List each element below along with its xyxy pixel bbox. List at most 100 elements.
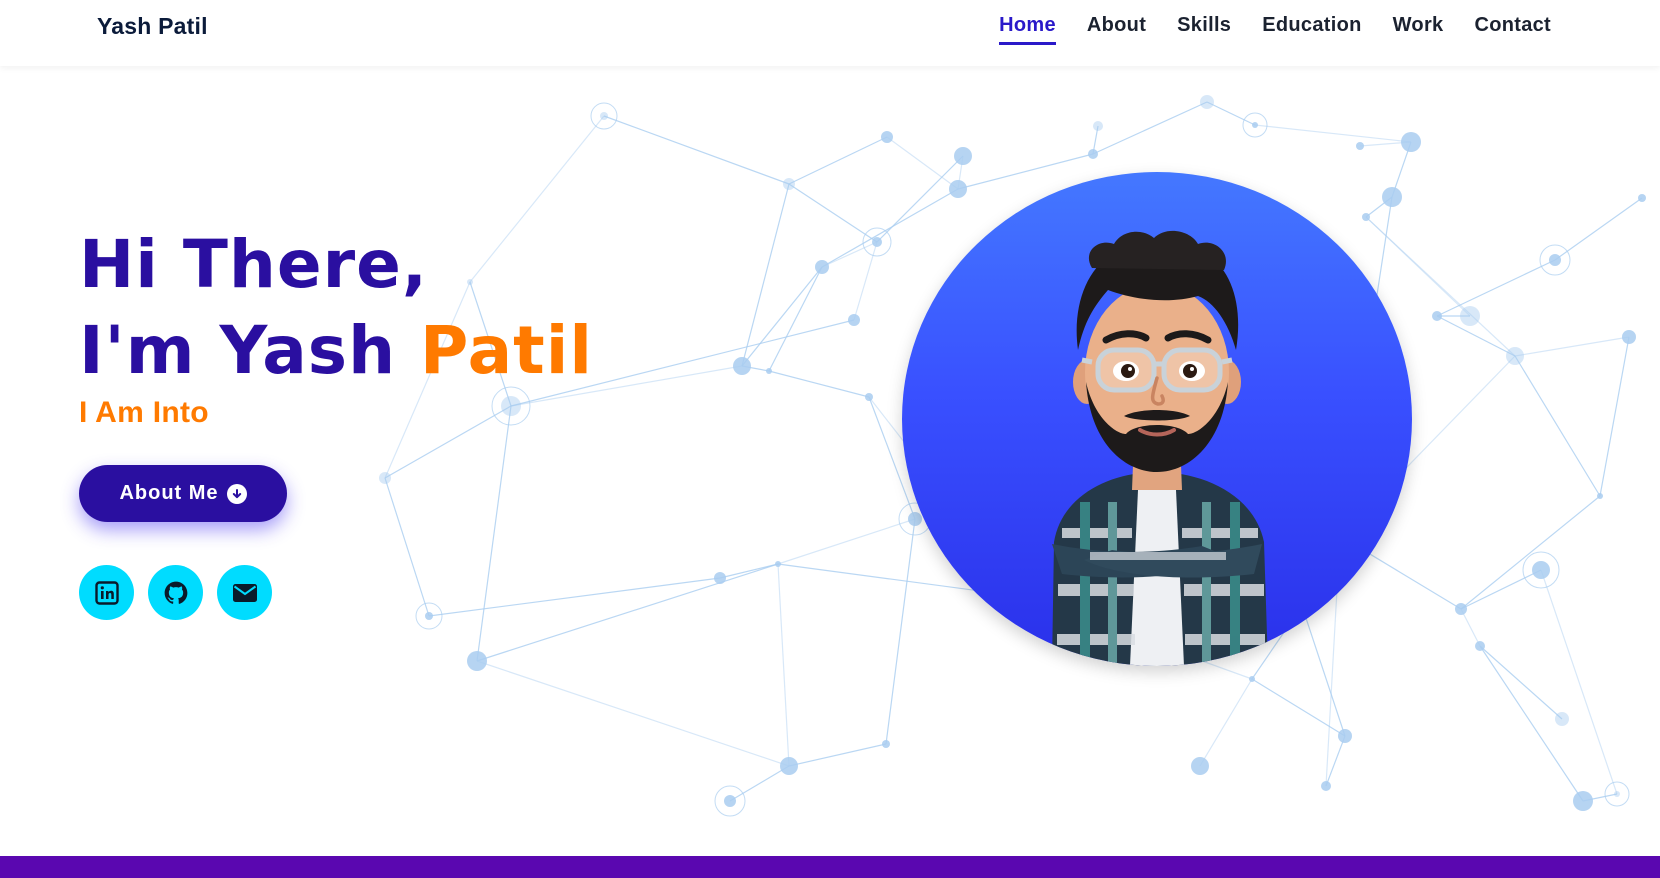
network-line [1254,124,1412,143]
network-node [881,131,893,143]
network-node [775,561,781,567]
linkedin-button[interactable] [79,565,134,620]
hero-intro-accent: Patil [420,312,593,389]
page: Yash Patil Home About Skills Education W… [0,0,1660,878]
nav-education[interactable]: Education [1262,14,1361,45]
hero-intro-prefix: I'm Yash [79,312,421,389]
main-nav: Home About Skills Education Work Contact [999,14,1551,45]
network-line [768,266,823,372]
network-node [1356,142,1364,150]
network-line [777,518,916,565]
network-node [954,147,972,165]
network-node [1338,729,1352,743]
network-node [766,368,772,374]
network-node [1573,791,1593,811]
nav-home[interactable]: Home [999,14,1056,45]
network-line [729,765,790,802]
network-node [1532,561,1550,579]
network-line [788,136,888,185]
network-node [724,795,736,807]
network-node [467,651,487,671]
hero-subtitle: I Am Into [79,396,209,429]
about-me-button[interactable]: About Me [79,465,287,522]
network-line [1479,645,1584,802]
network-line [719,563,779,579]
github-icon [164,581,187,604]
network-line [1460,608,1481,647]
network-node [1597,493,1603,499]
network-line [821,241,878,268]
network-line [1206,101,1256,126]
network-line [384,477,430,617]
network-line [1460,495,1601,610]
network-node [1432,311,1442,321]
network-node [1252,122,1258,128]
network-line [788,743,887,767]
email-button[interactable] [217,565,272,620]
network-node [1200,95,1214,109]
arrow-down-circle-icon [226,483,247,504]
profile-avatar [902,172,1412,666]
hero-text: Hi There, I'm Yash Patil I Am Into [79,222,593,430]
network-line [768,370,870,398]
brand-logo[interactable]: Yash Patil [97,13,208,40]
network-node [1475,641,1485,651]
network-node [1321,781,1331,791]
nav-about[interactable]: About [1087,14,1146,45]
network-node [848,314,860,326]
network-node [1622,330,1636,344]
network-node [733,357,751,375]
network-line [1599,336,1630,497]
network-line [1540,569,1618,795]
network-node [1088,149,1098,159]
network-node [1614,791,1620,797]
hero-greeting: Hi There, [79,226,428,303]
avatar-background-circle [902,172,1412,666]
network-line [1436,259,1556,317]
network-line [741,266,823,367]
nav-work[interactable]: Work [1393,14,1444,45]
network-node [783,178,795,190]
network-line [1092,101,1208,155]
network-node [1638,194,1646,202]
network-line [777,563,790,767]
network-node [1191,757,1209,775]
network-line [1514,355,1601,497]
hero-intro: I'm Yash Patil [79,308,593,394]
social-links [79,565,272,620]
network-node [1555,712,1569,726]
network-line [476,563,779,662]
network-line [1514,336,1630,357]
bottom-bar [0,856,1660,878]
network-node [1506,347,1524,365]
network-node [780,757,798,775]
network-node [425,612,433,620]
network-node [872,237,882,247]
network-line [476,405,512,662]
network-line [476,660,790,767]
network-node [1460,306,1480,326]
network-line [1199,678,1253,767]
network-node [714,572,726,584]
about-me-label: About Me [119,482,219,504]
network-line [853,241,878,321]
linkedin-icon [94,580,119,605]
nav-contact[interactable]: Contact [1474,14,1551,45]
network-line [788,183,878,243]
network-node [1401,132,1421,152]
network-node [1093,121,1103,131]
avatar-illustration [1052,230,1268,666]
network-node [1455,603,1467,615]
email-icon [232,583,257,602]
network-line [741,183,790,367]
github-button[interactable] [148,565,203,620]
nav-skills[interactable]: Skills [1177,14,1231,45]
network-node [865,393,873,401]
network-node [379,472,391,484]
network-line [603,115,790,185]
network-node [1549,254,1561,266]
network-node [815,260,829,274]
network-node [1249,676,1255,682]
header: Yash Patil Home About Skills Education W… [0,0,1660,66]
network-line [1554,197,1643,261]
